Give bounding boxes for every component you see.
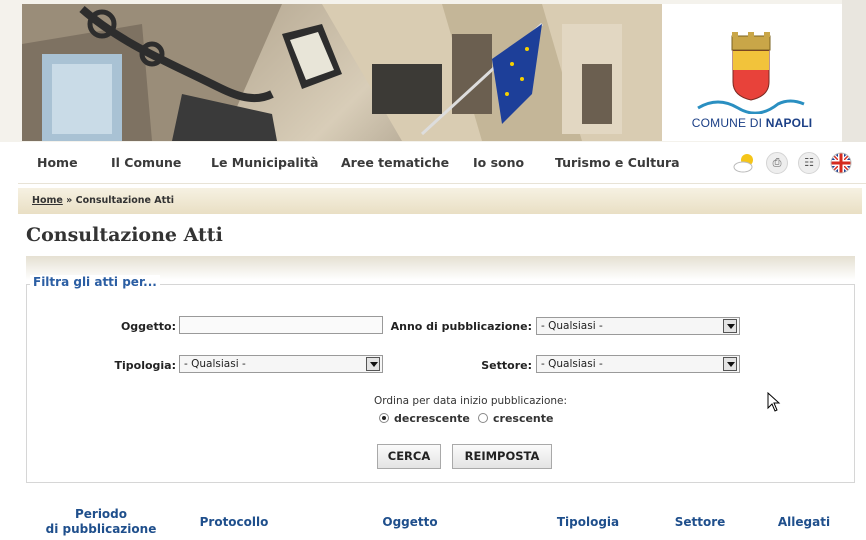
settore-select[interactable]: - Qualsiasi - [536,355,740,373]
settore-label: Settore: [481,359,532,372]
order-desc-radio[interactable] [379,413,389,423]
order-asc-radio[interactable] [478,413,488,423]
chevron-down-icon [723,357,737,371]
anno-select-value: - Qualsiasi - [541,320,603,332]
nav-item-turismo-cultura[interactable]: Turismo e Cultura [555,155,680,170]
chevron-down-icon [723,319,737,333]
filter-legend: Filtra gli atti per... [30,275,160,289]
tipologia-select-value: - Qualsiasi - [184,358,246,370]
banner-edge [842,0,866,142]
column-header-oggetto[interactable]: Oggetto [360,515,460,530]
settore-select-value: - Qualsiasi - [541,358,603,370]
column-header-protocollo[interactable]: Protocollo [184,515,284,530]
nav-item-il-comune[interactable]: Il Comune [111,155,181,170]
column-header-settore[interactable]: Settore [650,515,750,530]
anno-label: Anno di pubblicazione: [390,320,532,333]
nav-item-aree-tematiche[interactable]: Aree tematiche [341,155,449,170]
order-desc-label[interactable]: decrescente [394,412,470,425]
search-button[interactable]: CERCA [377,444,441,469]
mouse-cursor-icon [767,392,781,412]
breadcrumb-current: Consultazione Atti [75,195,174,206]
nav-item-municipalita[interactable]: Le Municipalità [211,155,318,170]
header-photo [22,4,662,141]
breadcrumb-separator: » [66,195,73,206]
order-asc-label[interactable]: crescente [493,412,553,425]
coat-of-arms-icon [697,32,805,115]
breadcrumb: Home » Consultazione Atti [18,188,862,214]
reset-button[interactable]: REIMPOSTA [452,444,552,469]
nav-item-home[interactable]: Home [37,155,78,170]
print-icon[interactable]: ⎙ [766,152,788,174]
order-label: Ordina per data inizio pubblicazione: [374,395,568,407]
chevron-down-icon [366,357,380,371]
column-header-tipologia[interactable]: Tipologia [538,515,638,530]
sitemap-icon[interactable]: ☷ [798,152,820,174]
anno-select[interactable]: - Qualsiasi - [536,317,740,335]
english-flag-icon[interactable] [830,152,852,174]
column-header-periodo[interactable]: Periodo di pubblicazione [40,507,162,537]
logo-caption: COMUNE DI NAPOLI [691,116,813,130]
nav-item-io-sono[interactable]: Io sono [473,155,524,170]
page-title: Consultazione Atti [26,224,223,246]
tipologia-select[interactable]: - Qualsiasi - [179,355,383,373]
oggetto-input[interactable] [179,316,383,334]
weather-icon[interactable] [732,150,758,176]
oggetto-label: Oggetto: [120,320,176,333]
breadcrumb-home-link[interactable]: Home [32,195,63,206]
tipologia-label: Tipologia: [114,359,177,372]
comune-di-napoli-logo[interactable]: COMUNE DI NAPOLI [662,4,842,141]
header-banner: COMUNE DI NAPOLI [0,0,866,142]
column-header-allegati[interactable]: Allegati [764,515,844,530]
